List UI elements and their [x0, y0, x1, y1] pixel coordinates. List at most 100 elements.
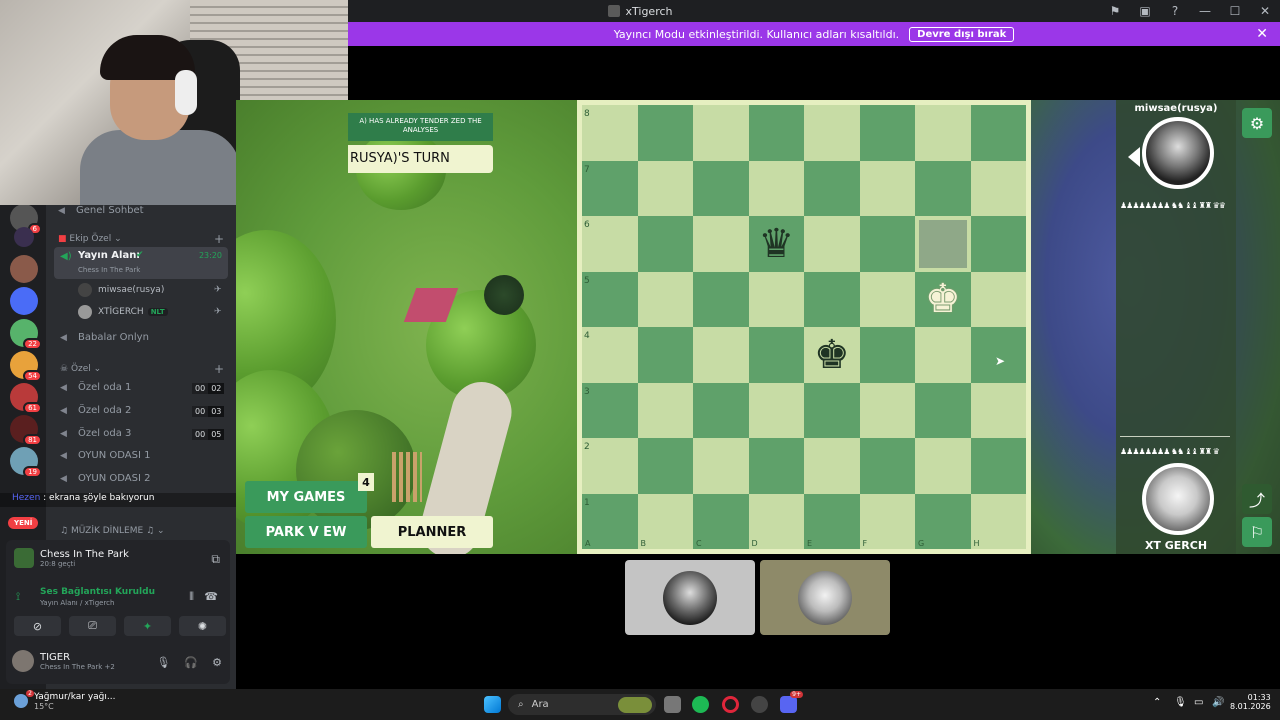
board-square-h8[interactable] [970, 105, 1026, 161]
board-square-d4[interactable] [748, 327, 804, 383]
board-square-e7[interactable] [804, 160, 860, 216]
flag-icon[interactable]: ⚐ [1242, 517, 1272, 547]
board-square-a4[interactable]: 4 [582, 327, 638, 383]
board-square-c6[interactable] [693, 216, 749, 272]
clock[interactable]: 01:33 8.01.2026 [1230, 693, 1271, 711]
disconnect-icon[interactable]: ☎ [204, 590, 218, 603]
board-square-c5[interactable] [693, 271, 749, 327]
board-square-c2[interactable] [693, 438, 749, 494]
board-square-a1[interactable]: 1A [582, 493, 638, 549]
server-icon[interactable]: 22 [10, 319, 42, 350]
board-square-d3[interactable] [748, 382, 804, 438]
spotify-icon[interactable] [692, 696, 709, 713]
close-window-icon[interactable]: ✕ [1250, 4, 1280, 18]
board-square-b4[interactable] [637, 327, 693, 383]
server-icon[interactable] [14, 227, 34, 247]
close-icon[interactable]: ✕ [1256, 26, 1268, 42]
black-piece[interactable]: ♛ [758, 224, 794, 264]
server-icon[interactable]: 81 [10, 415, 42, 446]
my-games-button[interactable]: MY GAMES [245, 481, 367, 513]
board-square-c8[interactable] [693, 105, 749, 161]
activity-options-icon[interactable]: ⧉ [211, 552, 220, 567]
disable-streamer-mode-button[interactable]: Devre dışı bırak [909, 26, 1015, 42]
activities-button[interactable]: ✦ [124, 616, 171, 636]
board-square-h6[interactable] [970, 216, 1026, 272]
board-square-f7[interactable] [859, 160, 915, 216]
board-square-b7[interactable] [637, 160, 693, 216]
board-square-g1[interactable]: G [915, 493, 971, 549]
board-square-f8[interactable] [859, 105, 915, 161]
category-ekip-ozel[interactable]: ■ Ekip Özel ⌄ [58, 234, 122, 244]
board-square-e1[interactable]: E [804, 493, 860, 549]
headphones-icon[interactable]: 🎧 [184, 656, 198, 669]
black-piece[interactable]: ♚ [814, 335, 850, 375]
board-square-f6[interactable] [859, 216, 915, 272]
board-square-h1[interactable]: H [970, 493, 1026, 549]
board-square-f2[interactable] [859, 438, 915, 494]
screen-share-button[interactable]: ⎚ [69, 616, 116, 636]
board-square-e2[interactable] [804, 438, 860, 494]
category-ozel[interactable]: ☠ Özel ⌄ [60, 364, 101, 374]
board-square-c3[interactable] [693, 382, 749, 438]
activity-card[interactable]: Chess In The Park 20:8 geçti [14, 548, 129, 568]
opera-icon[interactable] [722, 696, 739, 713]
add-channel-icon[interactable]: + [214, 232, 224, 246]
channel-genel-sohbet[interactable]: ◀ Genel Sohbet [58, 205, 144, 216]
network-icon[interactable]: ▭ [1194, 697, 1203, 708]
channel-ozel-oda-3[interactable]: ◀ Özel oda 3 [60, 428, 131, 439]
board-square-b6[interactable] [637, 216, 693, 272]
board-square-g8[interactable] [915, 105, 971, 161]
board-square-g6[interactable] [915, 216, 971, 272]
board-square-d5[interactable] [748, 271, 804, 327]
board-square-b3[interactable] [637, 382, 693, 438]
file-explorer-icon[interactable] [664, 696, 681, 713]
server-icon[interactable]: 19 [10, 447, 42, 478]
board-square-f4[interactable] [859, 327, 915, 383]
board-square-f5[interactable] [859, 271, 915, 327]
board-square-c7[interactable] [693, 160, 749, 216]
server-icon[interactable] [10, 255, 38, 283]
server-icon[interactable]: 61 [10, 383, 42, 414]
voice-user[interactable]: miwsae(rusya) [78, 283, 164, 297]
discord-icon[interactable]: 9+ [780, 691, 803, 713]
board-square-b2[interactable] [637, 438, 693, 494]
screen-icon[interactable]: ▣ [1130, 4, 1160, 18]
user-panel[interactable]: TIGER Chess In The Park +2 [12, 650, 115, 672]
settings-gear-icon[interactable]: ⚙ [1242, 108, 1272, 138]
park-view-button[interactable]: PARK V EW [245, 516, 367, 548]
weather-widget[interactable]: Yağmur/kar yağı... 15°C [34, 692, 115, 711]
video-tile[interactable] [625, 560, 755, 635]
board-square-a6[interactable]: 6 [582, 216, 638, 272]
board-square-a8[interactable]: 8 [582, 105, 638, 161]
board-square-d6[interactable]: ♛ [748, 216, 804, 272]
white-piece[interactable]: ♚ [925, 279, 961, 319]
server-icon[interactable]: 54 [10, 351, 42, 382]
board-square-g5[interactable]: ♚ [915, 271, 971, 327]
channel-oyun-odasi-1[interactable]: ◀ OYUN ODASI 1 [60, 450, 151, 461]
add-channel-icon[interactable]: + [214, 362, 224, 376]
board-square-b5[interactable] [637, 271, 693, 327]
minimize-icon[interactable]: — [1190, 4, 1220, 18]
server-icon[interactable] [10, 287, 38, 315]
board-square-e5[interactable] [804, 271, 860, 327]
steam-icon[interactable] [751, 696, 768, 713]
board-square-f1[interactable]: F [859, 493, 915, 549]
channel-ozel-oda-2[interactable]: ◀ Özel oda 2 [60, 405, 131, 416]
camera-off-button[interactable]: ⊘ [14, 616, 61, 636]
board-square-h5[interactable] [970, 271, 1026, 327]
board-square-g2[interactable] [915, 438, 971, 494]
board-square-d2[interactable] [748, 438, 804, 494]
windows-start-icon[interactable] [484, 696, 501, 713]
board-square-d8[interactable] [748, 105, 804, 161]
board-square-c4[interactable] [693, 327, 749, 383]
video-tile[interactable] [760, 560, 890, 635]
board-square-h2[interactable] [970, 438, 1026, 494]
volume-icon[interactable]: 🔊 [1212, 697, 1224, 708]
board-square-e8[interactable] [804, 105, 860, 161]
channel-babalar[interactable]: ◀ Babalar Onlyn [60, 332, 149, 343]
maximize-icon[interactable]: ☐ [1220, 4, 1250, 18]
board-square-a5[interactable]: 5 [582, 271, 638, 327]
board-square-g7[interactable] [915, 160, 971, 216]
board-square-d1[interactable]: D [748, 493, 804, 549]
weather-icon[interactable]: 2 [14, 690, 34, 708]
